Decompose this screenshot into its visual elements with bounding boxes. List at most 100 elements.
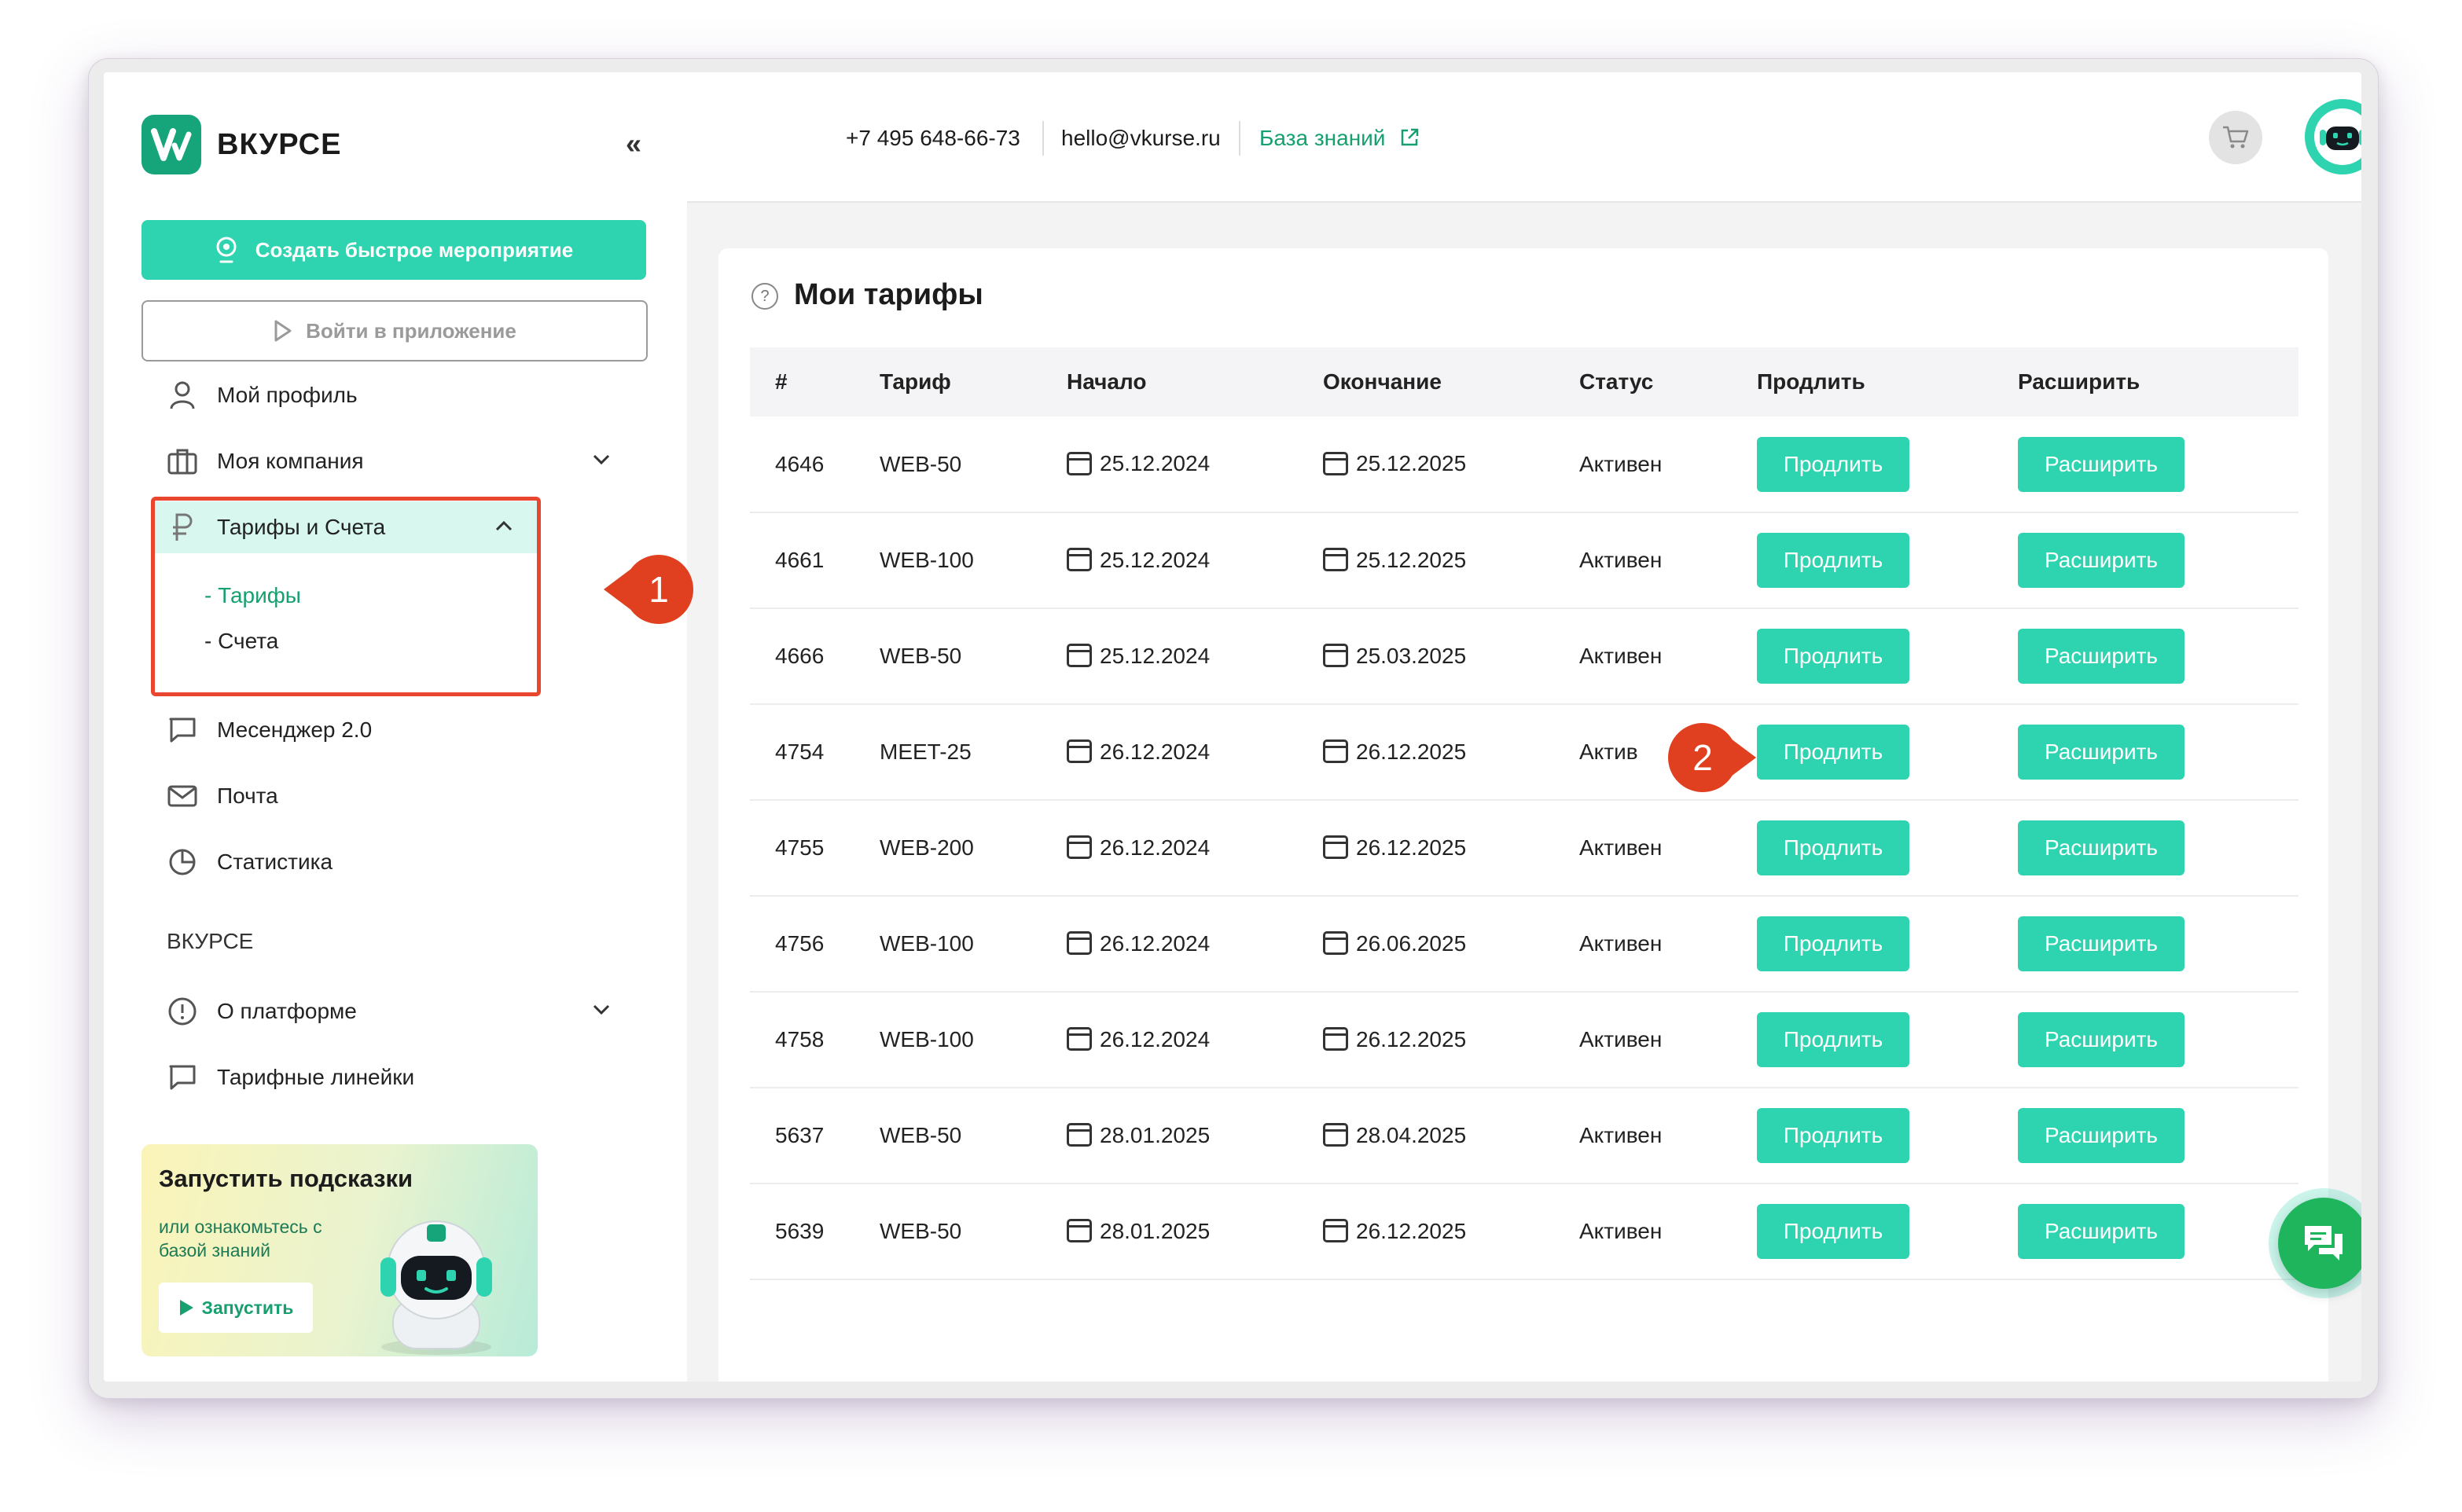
sidebar-item-about[interactable]: О платформе <box>141 985 613 1037</box>
table-row: 4756 WEB-100 26.12.2024 26.06.2025 Активен Пр… <box>750 896 2298 992</box>
start-date-cell: 26.12.2024 <box>1066 896 1322 992</box>
start-tips-button[interactable]: Запустить <box>159 1283 313 1333</box>
chevron-down-icon <box>593 1004 610 1015</box>
start-date-cell: 25.12.2024 <box>1066 608 1322 704</box>
tariff-id: 4661 <box>775 548 825 572</box>
start-date-cell: 25.12.2024 <box>1066 417 1322 512</box>
briefcase-icon <box>167 446 198 477</box>
calendar-icon <box>1323 1219 1348 1243</box>
status-text: Активен <box>1579 1123 1663 1147</box>
knowledge-base-link[interactable]: База знаний <box>1259 126 1420 151</box>
column-header: Расширить <box>2018 369 2140 394</box>
start-date: 28.01.2025 <box>1100 1218 1211 1243</box>
extend-button[interactable]: Продлить <box>1757 725 1909 780</box>
support-chat-button[interactable] <box>2278 1198 2361 1289</box>
extend-cell: Продлить <box>1756 608 2017 704</box>
extend-button[interactable]: Продлить <box>1757 1204 1909 1259</box>
extend-cell: Продлить <box>1756 1088 2017 1184</box>
expand-cell: Расширить <box>2017 417 2298 512</box>
collapse-sidebar-icon[interactable]: « <box>626 127 641 160</box>
phone-number[interactable]: +7 495 648-66-73 <box>846 126 1020 151</box>
tariff-id: 4646 <box>775 451 825 476</box>
calendar-icon <box>1067 1219 1092 1243</box>
calendar-icon <box>1323 548 1348 572</box>
end-date-cell: 26.06.2025 <box>1322 896 1578 992</box>
info-icon <box>167 996 198 1027</box>
extend-cell: Продлить <box>1756 992 2017 1088</box>
app-window: ВКУРСЕ « Создать быстрое мероприятие Вой… <box>104 72 2361 1382</box>
expand-button[interactable]: Расширить <box>2018 1108 2185 1163</box>
callout-badge-1: 1 <box>604 555 693 624</box>
end-date: 26.12.2025 <box>1356 1218 1467 1243</box>
extend-button[interactable]: Продлить <box>1757 436 1909 492</box>
extend-button[interactable]: Продлить <box>1757 1108 1909 1163</box>
sidebar-item-label: Почта <box>217 784 278 808</box>
external-link-icon <box>1401 128 1419 146</box>
tariffs-card: ? Мои тарифы # Тариф Начало Окончание Ст… <box>718 248 2328 1382</box>
expand-cell: Расширить <box>2017 512 2298 608</box>
promo-subtitle: или ознакомьтесь с базой знаний <box>159 1217 322 1261</box>
expand-cell: Расширить <box>2017 992 2298 1088</box>
expand-button[interactable]: Расширить <box>2018 820 2185 875</box>
tariff-id: 4756 <box>775 931 825 956</box>
open-app-button[interactable]: Войти в приложение <box>141 300 648 361</box>
callout-badge-2: 2 <box>1668 723 1756 792</box>
callout-number: 1 <box>649 569 669 610</box>
calendar-icon <box>1067 739 1092 764</box>
tariff-plan: WEB-200 <box>880 835 974 860</box>
expand-button[interactable]: Расширить <box>2018 629 2185 684</box>
expand-cell: Расширить <box>2017 1088 2298 1184</box>
top-header: +7 495 648-66-73 hello@vkurse.ru База зн… <box>687 72 2361 203</box>
calendar-icon <box>1323 1027 1348 1051</box>
expand-button[interactable]: Расширить <box>2018 1204 2185 1259</box>
extend-button[interactable]: Продлить <box>1757 629 1909 684</box>
sidebar-item-statistics[interactable]: Статистика <box>141 836 613 888</box>
sidebar-item-mail[interactable]: Почта <box>141 770 613 822</box>
robot-mascot-icon <box>380 1220 492 1355</box>
sidebar-item-messenger[interactable]: Месенджер 2.0 <box>141 704 613 756</box>
sidebar-item-company[interactable]: Моя компания <box>141 435 613 487</box>
end-date-cell: 25.12.2025 <box>1322 417 1578 512</box>
extend-cell: Продлить <box>1756 1184 2017 1279</box>
sidebar-item-tariff-lines[interactable]: Тарифные линейки <box>141 1051 613 1103</box>
sidebar-section-label: ВКУРСЕ <box>167 929 254 953</box>
table-row: 4755 WEB-200 26.12.2024 26.12.2025 Активен Пр… <box>750 800 2298 896</box>
pie-chart-icon <box>167 846 198 878</box>
expand-button[interactable]: Расширить <box>2018 725 2185 780</box>
cart-button[interactable] <box>2209 111 2262 164</box>
calendar-icon <box>1067 548 1092 572</box>
logo-mark-icon <box>141 115 201 174</box>
expand-cell: Расширить <box>2017 1184 2298 1279</box>
extend-cell: Продлить <box>1756 896 2017 992</box>
sidebar-item-profile[interactable]: Мой профиль <box>141 369 613 421</box>
extend-button[interactable]: Продлить <box>1757 916 1909 971</box>
expand-button[interactable]: Расширить <box>2018 916 2185 971</box>
expand-cell: Расширить <box>2017 608 2298 704</box>
sidebar-item-label: Тарифные линейки <box>217 1065 415 1089</box>
avatar[interactable] <box>2305 99 2361 174</box>
logo[interactable]: ВКУРСЕ <box>141 115 341 174</box>
create-event-button[interactable]: Создать быстрое мероприятие <box>141 220 646 280</box>
expand-button[interactable]: Расширить <box>2018 436 2185 492</box>
help-icon[interactable]: ? <box>751 283 778 310</box>
mail-icon <box>167 780 198 812</box>
callout-pointer-icon <box>1725 734 1756 781</box>
end-date: 26.12.2025 <box>1356 835 1467 860</box>
status-text: Активен <box>1579 931 1663 956</box>
tariff-plan: WEB-50 <box>880 1219 962 1243</box>
email-address[interactable]: hello@vkurse.ru <box>1061 126 1221 151</box>
extend-button[interactable]: Продлить <box>1757 533 1909 588</box>
extend-cell: Продлить <box>1756 704 2017 800</box>
tariff-id: 5637 <box>775 1123 825 1147</box>
column-header: Окончание <box>1323 369 1442 394</box>
play-outline-icon <box>274 320 292 342</box>
chevron-down-icon <box>593 454 610 465</box>
chat-bubble-icon <box>167 1062 198 1093</box>
expand-button[interactable]: Расширить <box>2018 1012 2185 1067</box>
end-date: 26.06.2025 <box>1356 930 1467 956</box>
expand-button[interactable]: Расширить <box>2018 533 2185 588</box>
tariff-plan: WEB-100 <box>880 1027 974 1051</box>
tariff-plan: WEB-50 <box>880 451 962 476</box>
extend-button[interactable]: Продлить <box>1757 820 1909 875</box>
extend-button[interactable]: Продлить <box>1757 1012 1909 1067</box>
